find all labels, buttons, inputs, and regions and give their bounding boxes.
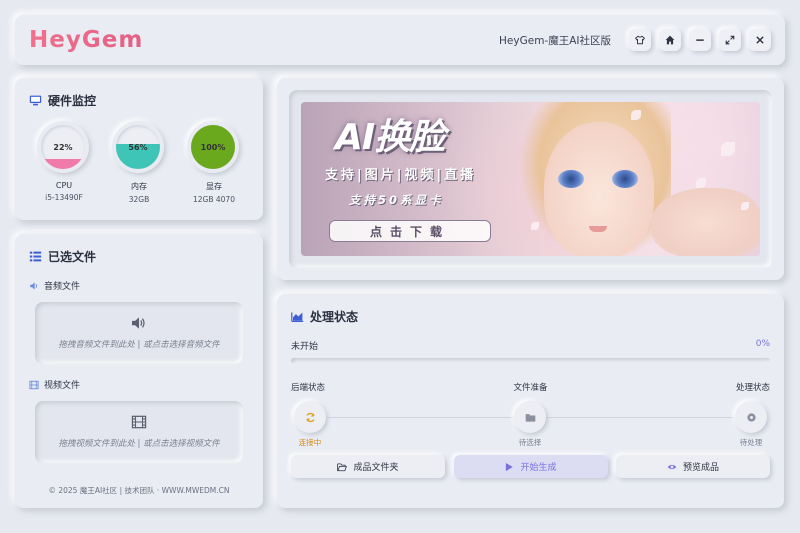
memory-label: 内存	[131, 182, 147, 191]
shirt-icon	[635, 35, 645, 45]
audio-dropzone[interactable]: 拖拽音频文件到此处 | 或点击选择音频文件	[35, 302, 243, 364]
banner-download-button[interactable]: 点击下载	[329, 220, 491, 242]
processing-status-title: 处理状态	[291, 308, 770, 325]
gear-icon	[746, 412, 756, 422]
close-icon	[756, 36, 764, 44]
vram-gauge: 100% 显存 12GB 4070	[187, 121, 241, 204]
hardware-monitor-title: 硬件监控	[29, 92, 249, 109]
selected-files-title-text: 已选文件	[48, 250, 97, 264]
speaker-icon	[132, 317, 145, 329]
film-icon	[29, 380, 39, 389]
title-bar: HeyGem HeyGem-魔王AI社区版	[15, 15, 785, 65]
folder-open-icon	[337, 462, 348, 471]
video-label-text: 视频文件	[44, 381, 81, 391]
start-generate-label: 开始生成	[520, 463, 557, 473]
app-title: HeyGem-魔王AI社区版	[499, 34, 611, 47]
hardware-monitor-panel: 硬件监控 22% CPU i5-13490F 56% 内存 32GB 100% …	[15, 78, 263, 220]
selected-files-panel: 已选文件 音频文件 拖拽音频文件到此处 | 或点击选择音频文件 视频文件 拖拽视…	[15, 234, 263, 508]
list-icon	[29, 251, 42, 262]
memory-percent: 56%	[128, 142, 148, 152]
step-files-title: 文件准备	[513, 383, 548, 393]
copyright-footer: © 2025 魔王AI社区 | 技术团队 · WWW.MWEDM.CN	[48, 486, 230, 495]
selected-files-title: 已选文件	[29, 248, 249, 265]
close-button[interactable]	[749, 29, 771, 51]
home-icon	[665, 35, 675, 45]
step-processing-state: 待处理	[739, 438, 763, 447]
audio-label-text: 音频文件	[44, 282, 81, 292]
banner-portrait	[544, 122, 654, 256]
output-folder-label: 成品文件夹	[353, 463, 399, 473]
status-state-text: 未开始	[291, 342, 319, 352]
area-chart-icon	[291, 312, 304, 322]
step-backend-state: 连接中	[298, 438, 322, 447]
minimize-icon	[696, 39, 704, 41]
step-files-state: 待选择	[518, 438, 542, 447]
step-processing-title: 处理状态	[735, 383, 770, 393]
output-folder-button[interactable]: 成品文件夹	[291, 455, 445, 478]
sync-icon	[305, 412, 315, 422]
audio-file-label: 音频文件	[29, 279, 249, 292]
eye-icon	[667, 464, 677, 469]
start-generate-button[interactable]: 开始生成	[453, 455, 608, 478]
cpu-percent: 22%	[53, 142, 73, 152]
vram-label: 显存	[206, 182, 222, 191]
monitor-icon	[29, 95, 42, 106]
video-dropzone-hint: 拖拽视频文件到此处 | 或点击选择视频文件	[58, 439, 220, 449]
memory-gauge: 56% 内存 32GB	[112, 121, 166, 204]
maximize-button[interactable]	[719, 29, 741, 51]
video-file-label: 视频文件	[29, 378, 249, 391]
app-logo: HeyGem	[29, 27, 144, 53]
step-backend-title: 后端状态	[291, 383, 326, 393]
vram-detail: 12GB 4070	[193, 195, 235, 204]
cpu-detail: i5-13490F	[45, 193, 83, 202]
volume-icon	[30, 281, 37, 290]
play-icon	[506, 462, 514, 471]
step-processing: 待处理	[734, 401, 768, 448]
step-backend: 连接中	[293, 401, 327, 448]
home-button[interactable]	[659, 29, 681, 51]
cpu-gauge: 22% CPU i5-13490F	[37, 121, 91, 204]
progress-bar	[291, 358, 770, 363]
step-files: 待选择	[513, 401, 547, 448]
processing-status-title-text: 处理状态	[310, 310, 359, 324]
banner-features: 支持|图片|视频|直播	[325, 168, 477, 183]
vram-percent: 100%	[200, 142, 226, 152]
preview-output-label: 预览成品	[682, 463, 719, 473]
film-icon	[131, 415, 147, 429]
cpu-gauge-fill	[41, 159, 85, 169]
status-steps: 连接中 待选择 待处理	[291, 399, 770, 447]
banner-card: AI换脸 支持|图片|视频|直播 支持50系显卡 点击下载	[277, 78, 784, 280]
audio-dropzone-hint: 拖拽音频文件到此处 | 或点击选择音频文件	[58, 340, 220, 350]
memory-detail: 32GB	[128, 195, 150, 204]
banner-gpu-support: 支持50系显卡	[349, 193, 444, 207]
banner-title: AI换脸	[335, 117, 445, 158]
processing-status-panel: 处理状态 未开始 0% 后端状态 文件准备 处理状态 连接中 待选择 待处理 成…	[277, 294, 784, 508]
minimize-button[interactable]	[689, 29, 711, 51]
folder-icon	[525, 413, 535, 422]
cpu-label: CPU	[55, 181, 73, 190]
progress-percent: 0%	[755, 339, 770, 349]
ad-banner[interactable]: AI换脸 支持|图片|视频|直播 支持50系显卡 点击下载	[301, 102, 760, 256]
video-dropzone[interactable]: 拖拽视频文件到此处 | 或点击选择视频文件	[35, 401, 243, 463]
hardware-title-text: 硬件监控	[48, 94, 97, 108]
skin-button[interactable]	[629, 29, 651, 51]
preview-output-button[interactable]: 预览成品	[616, 455, 770, 478]
maximize-icon	[725, 35, 735, 45]
